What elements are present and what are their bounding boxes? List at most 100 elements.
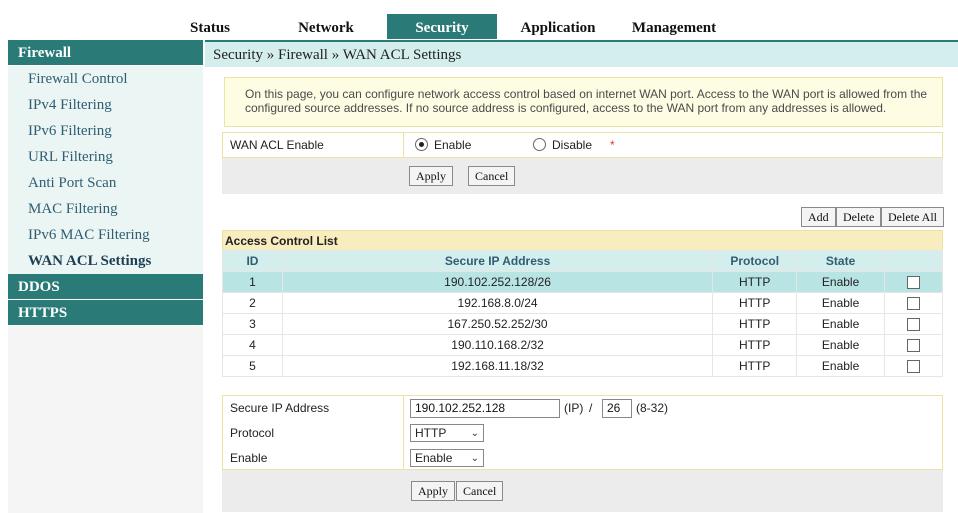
wan-acl-enable-row: WAN ACL Enable Enable Disable *: [222, 132, 943, 158]
table-row[interactable]: 5 192.168.11.18/32 HTTP Enable: [222, 355, 943, 377]
enable-label: Enable: [230, 451, 268, 465]
sidebar-item-wan-acl-settings[interactable]: WAN ACL Settings: [8, 248, 203, 274]
ip-suffix-label: (IP): [564, 401, 584, 415]
row-checkbox[interactable]: [907, 276, 921, 290]
col-header-state: State: [796, 250, 886, 272]
sidebar: Firewall Firewall Control IPv4 Filtering…: [8, 40, 203, 513]
mask-input[interactable]: 26: [602, 399, 632, 418]
row-checkbox[interactable]: [907, 360, 921, 374]
enable-radio[interactable]: [415, 138, 428, 151]
tab-status[interactable]: Status: [180, 14, 240, 39]
tab-security[interactable]: Security: [387, 14, 497, 39]
cell-ip: 190.110.168.2/32: [281, 334, 714, 356]
required-mark: *: [610, 138, 615, 152]
sidebar-section-ddos[interactable]: DDOS: [8, 274, 203, 300]
tab-network[interactable]: Network: [286, 14, 366, 39]
table-row[interactable]: 1 190.102.252.128/26 HTTP Enable: [222, 271, 943, 293]
secure-ip-input[interactable]: 190.102.252.128: [410, 399, 560, 418]
slash-label: /: [589, 401, 593, 415]
cell-ip: 192.168.11.18/32: [281, 355, 714, 377]
cell-id: 4: [222, 334, 283, 356]
form-cancel-button[interactable]: Cancel: [456, 481, 504, 501]
disable-radio[interactable]: [533, 138, 546, 151]
cell-protocol: HTTP: [712, 334, 798, 356]
sidebar-item-ipv6-filtering[interactable]: IPv6 Filtering: [8, 118, 203, 144]
table-row[interactable]: 2 192.168.8.0/24 HTTP Enable: [222, 292, 943, 314]
cell-ip: 190.102.252.128/26: [281, 271, 714, 293]
cell-protocol: HTTP: [712, 292, 798, 314]
tab-application[interactable]: Application: [510, 14, 606, 39]
cell-id: 3: [222, 313, 283, 335]
cell-select: [884, 313, 943, 335]
cell-select: [884, 271, 943, 293]
wan-acl-button-area: Apply Cancel: [222, 158, 943, 194]
cell-protocol: HTTP: [712, 313, 798, 335]
acl-edit-form: Secure IP Address 190.102.252.128 (IP) /…: [222, 395, 943, 471]
top-nav: Status Network Security Application Mana…: [0, 14, 958, 39]
protocol-select-value: HTTP: [415, 426, 447, 440]
row-divider: [403, 396, 404, 421]
cell-protocol: HTTP: [712, 355, 798, 377]
protocol-label: Protocol: [230, 426, 275, 440]
col-header-select: [884, 250, 943, 272]
cell-state: Enable: [796, 271, 886, 293]
chevron-down-icon: ⌄: [470, 428, 479, 439]
mask-range-label: (8-32): [636, 401, 669, 415]
cell-id: 1: [222, 271, 283, 293]
delete-button[interactable]: Delete: [836, 207, 882, 227]
sidebar-item-firewall-control[interactable]: Firewall Control: [8, 66, 203, 92]
cancel-button[interactable]: Cancel: [468, 166, 516, 186]
row-divider: [403, 133, 404, 157]
form-button-area: Apply Cancel: [222, 470, 943, 512]
add-button[interactable]: Add: [801, 207, 836, 227]
row-divider: [403, 421, 404, 446]
secure-ip-label: Secure IP Address: [230, 401, 330, 415]
cell-ip: 192.168.8.0/24: [281, 292, 714, 314]
acl-title: Access Control List: [222, 230, 943, 250]
sidebar-item-ipv6-mac-filtering[interactable]: IPv6 MAC Filtering: [8, 222, 203, 248]
wan-acl-enable-label: WAN ACL Enable: [230, 138, 324, 152]
breadcrumb: Security » Firewall » WAN ACL Settings: [205, 40, 958, 67]
acl-header-row: ID Secure IP Address Protocol State: [222, 250, 943, 272]
sidebar-item-url-filtering[interactable]: URL Filtering: [8, 144, 203, 170]
tab-management[interactable]: Management: [622, 14, 726, 39]
cell-id: 2: [222, 292, 283, 314]
cell-state: Enable: [796, 292, 886, 314]
cell-state: Enable: [796, 313, 886, 335]
disable-radio-label: Disable: [552, 138, 593, 152]
acl-table: ID Secure IP Address Protocol State 1 19…: [222, 250, 943, 377]
sidebar-section-https[interactable]: HTTPS: [8, 300, 203, 326]
sidebar-item-ipv4-filtering[interactable]: IPv4 Filtering: [8, 92, 203, 118]
cell-protocol: HTTP: [712, 271, 798, 293]
row-checkbox[interactable]: [907, 297, 921, 311]
cell-select: [884, 292, 943, 314]
cell-state: Enable: [796, 355, 886, 377]
cell-id: 5: [222, 355, 283, 377]
chevron-down-icon: ⌄: [470, 453, 479, 464]
table-row[interactable]: 3 167.250.52.252/30 HTTP Enable: [222, 313, 943, 335]
cell-select: [884, 355, 943, 377]
sidebar-firewall-items: Firewall Control IPv4 Filtering IPv6 Fil…: [8, 66, 203, 274]
sidebar-section-firewall[interactable]: Firewall: [8, 40, 203, 66]
info-message: On this page, you can configure network …: [224, 77, 943, 127]
sidebar-item-mac-filtering[interactable]: MAC Filtering: [8, 196, 203, 222]
row-divider: [403, 446, 404, 471]
row-checkbox[interactable]: [907, 318, 921, 332]
cell-select: [884, 334, 943, 356]
row-checkbox[interactable]: [907, 339, 921, 353]
enable-select-value: Enable: [415, 451, 453, 465]
cell-state: Enable: [796, 334, 886, 356]
enable-select[interactable]: Enable ⌄: [410, 449, 484, 467]
enable-radio-label: Enable: [434, 138, 472, 152]
cell-ip: 167.250.52.252/30: [281, 313, 714, 335]
form-row-protocol: Protocol HTTP ⌄: [223, 421, 942, 446]
form-row-enable: Enable Enable ⌄: [223, 446, 942, 471]
delete-all-button[interactable]: Delete All: [881, 207, 944, 227]
apply-button[interactable]: Apply: [409, 166, 453, 186]
col-header-id: ID: [222, 250, 283, 272]
form-apply-button[interactable]: Apply: [411, 481, 455, 501]
sidebar-item-anti-port-scan[interactable]: Anti Port Scan: [8, 170, 203, 196]
table-row[interactable]: 4 190.110.168.2/32 HTTP Enable: [222, 334, 943, 356]
col-header-ip: Secure IP Address: [281, 250, 714, 272]
protocol-select[interactable]: HTTP ⌄: [410, 424, 484, 442]
